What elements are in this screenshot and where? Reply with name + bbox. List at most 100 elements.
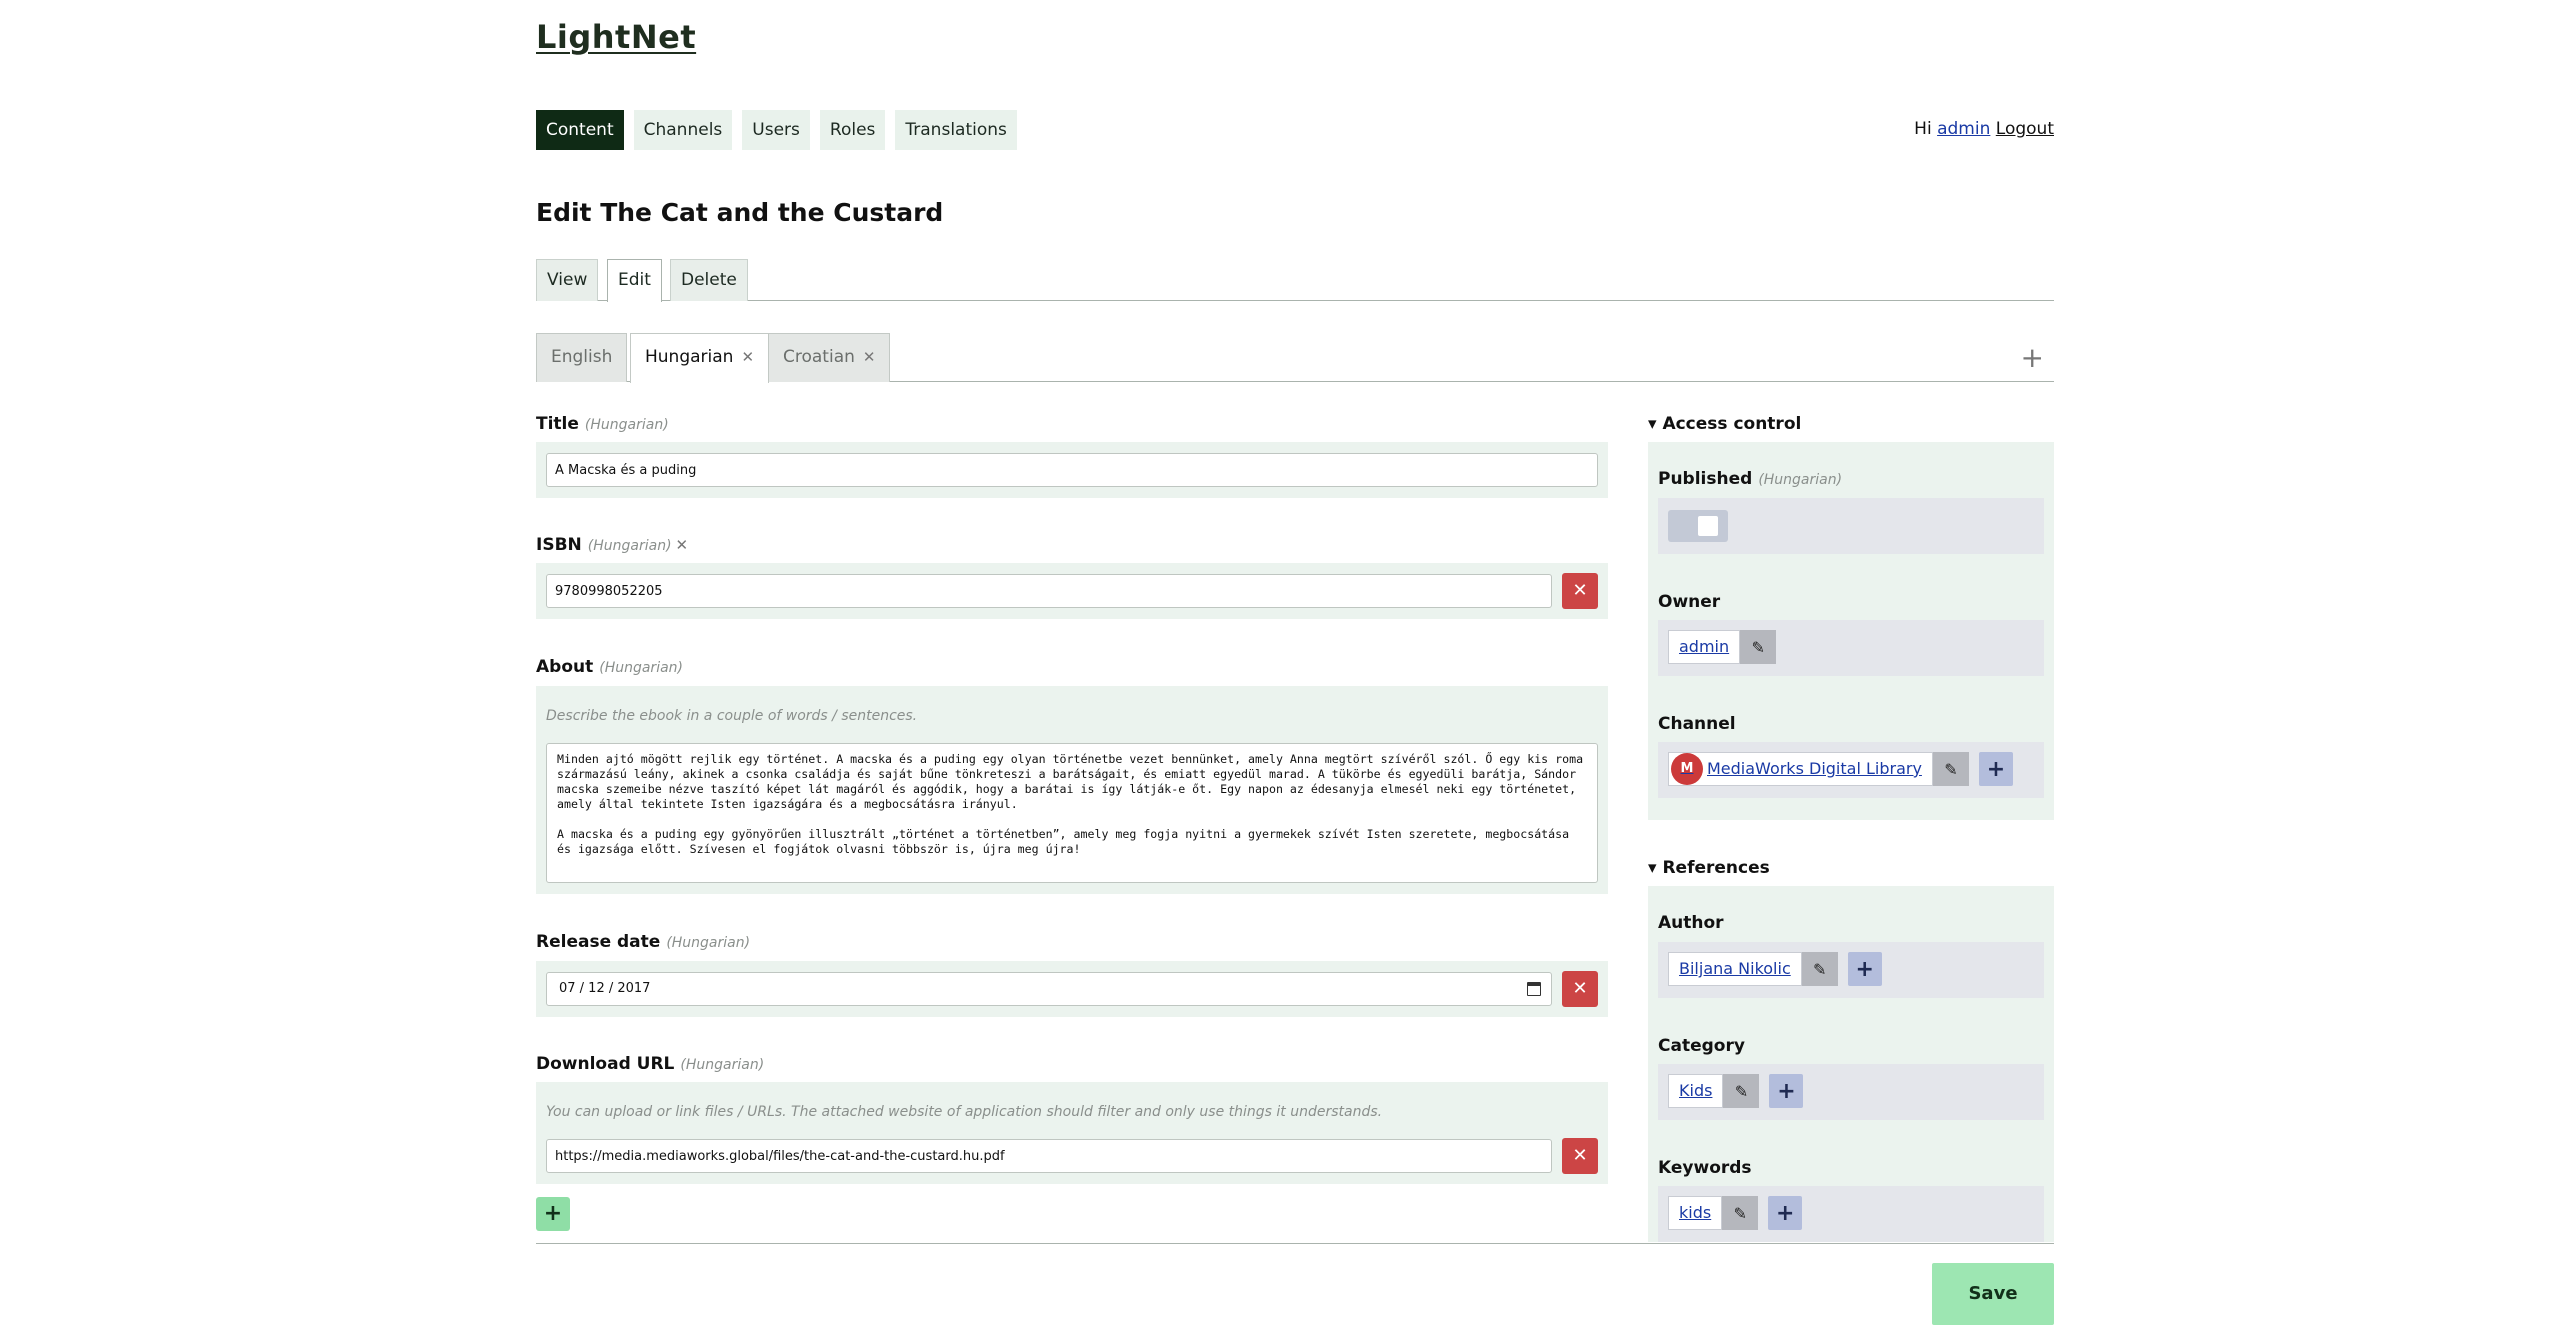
channel-link[interactable]: M MediaWorks Digital Library [1668, 752, 1933, 786]
field-name: About [536, 657, 594, 677]
release-date-label: Release date (Hungarian) [536, 932, 750, 952]
add-category-button[interactable]: + [1769, 1074, 1804, 1108]
channel-label: Channel [1658, 714, 1736, 734]
channel-box: M MediaWorks Digital Library ✎ + [1658, 742, 2044, 798]
channel-chip: M MediaWorks Digital Library ✎ + [1668, 752, 2013, 786]
author-label: Author [1658, 913, 1724, 933]
keywords-chip: kids ✎ + [1668, 1196, 1803, 1230]
language-tabs: English Hungarian ✕ Croatian ✕ + [536, 333, 2054, 383]
release-date-field-box: 07 / 12 / 2017 ✕ [536, 961, 1608, 1017]
greeting-text: Hi [1914, 119, 1932, 139]
save-button[interactable]: Save [1932, 1263, 2054, 1325]
add-channel-button[interactable]: + [1978, 752, 2013, 786]
pencil-icon[interactable]: ✎ [1723, 1074, 1760, 1108]
title-input[interactable] [546, 453, 1598, 487]
remove-download-url-button[interactable]: ✕ [1562, 1138, 1598, 1174]
tab-delete[interactable]: Delete [670, 259, 748, 301]
owner-box: admin ✎ [1658, 620, 2044, 676]
date-value: 07 / 12 / 2017 [559, 981, 651, 996]
close-icon[interactable]: ✕ [863, 348, 876, 366]
author-link[interactable]: Biljana Nikolic [1668, 952, 1802, 986]
nav-users[interactable]: Users [742, 110, 810, 150]
about-label: About (Hungarian) [536, 657, 683, 677]
isbn-label: ISBN (Hungarian) ✕ [536, 535, 688, 555]
pencil-icon[interactable]: ✎ [1801, 952, 1838, 986]
tab-edit[interactable]: Edit [607, 259, 662, 302]
download-url-input[interactable] [546, 1139, 1552, 1173]
published-toggle[interactable] [1668, 510, 1728, 542]
about-textarea[interactable]: Minden ajtó mögött rejlik egy történet. … [546, 743, 1598, 883]
nav-roles[interactable]: Roles [819, 110, 886, 150]
language-tag: (Hungarian) [599, 660, 683, 676]
pencil-icon[interactable]: ✎ [1932, 752, 1969, 786]
tab-view[interactable]: View [536, 259, 599, 301]
about-field-box: Describe the ebook in a couple of words … [536, 686, 1608, 894]
release-date-input[interactable]: 07 / 12 / 2017 [546, 972, 1552, 1006]
pencil-icon[interactable]: ✎ [1740, 630, 1777, 664]
footer-divider [536, 1243, 2054, 1244]
published-label: Published (Hungarian) [1658, 469, 1842, 489]
download-url-field-box: You can upload or link files / URLs. The… [536, 1082, 1608, 1184]
close-icon[interactable]: ✕ [741, 348, 754, 366]
about-hint: Describe the ebook in a couple of words … [546, 708, 918, 724]
author-chip: Biljana Nikolic ✎ + [1668, 952, 1882, 986]
language-tag: (Hungarian) [1758, 472, 1843, 488]
field-name: Release date [536, 932, 661, 952]
channel-name: MediaWorks Digital Library [1707, 759, 1922, 778]
title-label: Title (Hungarian) [536, 414, 669, 434]
owner-label: Owner [1658, 592, 1721, 612]
keywords-label: Keywords [1658, 1158, 1752, 1178]
field-name: Published [1658, 469, 1753, 489]
category-box: Kids ✎ + [1658, 1064, 2044, 1120]
references-panel: Author Biljana Nikolic ✎ + Category Kids… [1648, 886, 2054, 1242]
field-name: Title [536, 414, 579, 434]
download-url-hint: You can upload or link files / URLs. The… [546, 1104, 1383, 1120]
lang-tab-english[interactable]: English [536, 333, 628, 382]
field-name: Download URL [536, 1054, 675, 1074]
add-language-icon[interactable]: + [2021, 341, 2044, 374]
nav-channels[interactable]: Channels [633, 110, 733, 150]
user-box: Hi admin Logout [1914, 119, 2054, 139]
nav-content[interactable]: Content [536, 110, 624, 150]
operation-tabs: View Edit Delete [536, 259, 2054, 302]
isbn-field-box: ✕ [536, 563, 1608, 619]
access-control-panel: Published (Hungarian) Owner admin ✎ Chann… [1648, 442, 2054, 820]
owner-chip: admin ✎ [1668, 630, 1777, 664]
author-box: Biljana Nikolic ✎ + [1658, 942, 2044, 998]
user-profile-link[interactable]: admin [1937, 119, 1990, 139]
title-field-box [536, 442, 1608, 498]
lang-tab-label: Hungarian [645, 347, 734, 367]
clear-icon[interactable]: ✕ [676, 536, 689, 554]
calendar-icon[interactable] [1527, 982, 1541, 996]
lang-tab-hungarian[interactable]: Hungarian ✕ [630, 333, 770, 383]
add-download-url-button[interactable]: + [536, 1197, 570, 1231]
keywords-link[interactable]: kids [1668, 1196, 1723, 1230]
category-chip: Kids ✎ + [1668, 1074, 1804, 1108]
add-author-button[interactable]: + [1847, 952, 1882, 986]
nav-translations[interactable]: Translations [895, 110, 1017, 150]
logout-link[interactable]: Logout [1996, 119, 2054, 139]
field-name: ISBN [536, 535, 582, 555]
language-tag: (Hungarian) [680, 1057, 765, 1073]
pencil-icon[interactable]: ✎ [1722, 1196, 1759, 1230]
language-tag: (Hungarian) [584, 417, 669, 433]
remove-isbn-button[interactable]: ✕ [1562, 573, 1598, 609]
language-tag: (Hungarian) [587, 538, 672, 554]
remove-release-date-button[interactable]: ✕ [1562, 971, 1598, 1007]
access-control-toggle[interactable]: ▾ Access control [1648, 414, 1801, 434]
category-label: Category [1658, 1036, 1745, 1056]
keywords-box: kids ✎ + [1658, 1186, 2044, 1242]
site-title-link[interactable]: LightNet [536, 18, 696, 56]
page-title: Edit The Cat and the Custard [536, 198, 944, 227]
owner-link[interactable]: admin [1668, 630, 1741, 664]
channel-logo-icon: M [1671, 753, 1703, 785]
category-link[interactable]: Kids [1668, 1074, 1724, 1108]
toggle-knob [1698, 516, 1718, 536]
download-url-label: Download URL (Hungarian) [536, 1054, 764, 1074]
references-toggle[interactable]: ▾ References [1648, 858, 1770, 878]
isbn-input[interactable] [546, 574, 1552, 608]
lang-tab-label: Croatian [783, 347, 855, 367]
published-box [1658, 498, 2044, 554]
add-keyword-button[interactable]: + [1768, 1196, 1803, 1230]
lang-tab-croatian[interactable]: Croatian ✕ [768, 333, 891, 382]
